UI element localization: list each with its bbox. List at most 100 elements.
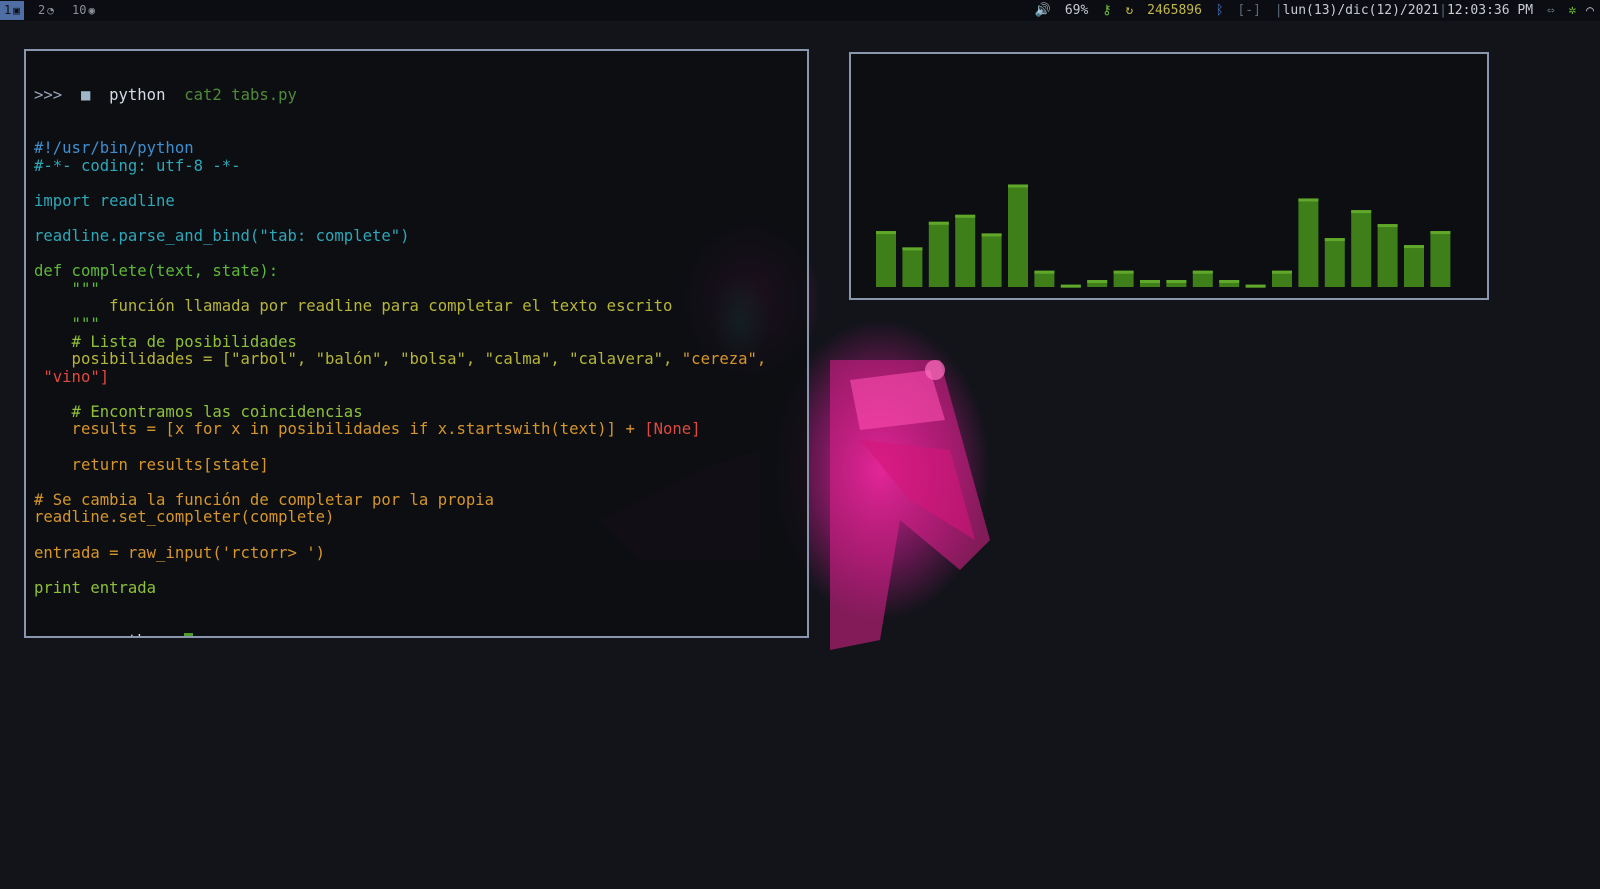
spectrum-bar-cap [1245,284,1266,288]
code-token: entrada = raw_input('rctorr> ') [34,543,326,562]
code-line: entrada = raw_input('rctorr> ') [34,543,766,563]
terminal-icon: ▣ [13,4,20,17]
terminal-output: >>> ■ python cat2 tabs.py #!/usr/bin/pyt… [34,52,767,636]
clock: 12:03:36 PM [1446,3,1534,18]
audio-visualizer-window[interactable] [849,52,1489,300]
spectrum-bar-cap [955,214,976,218]
refresh-icon[interactable]: ↻ [1126,3,1134,18]
code-line: función llamada por readline para comple… [34,298,766,316]
prompt-directory: python [109,86,166,105]
key-icon[interactable]: ⚷ [1102,3,1112,18]
workspace-2[interactable]: 2 ◔ [34,1,58,20]
bluetooth-state: [-] [1237,3,1261,18]
spectrum-bar [1008,184,1028,287]
spectrum-bar-cap [1192,270,1213,274]
spectrum-bar-cap [1377,224,1398,228]
compass-icon: ◉ [88,4,96,17]
update-count: 2465896 [1147,3,1202,18]
command-text: cat2 tabs.py [184,86,297,105]
code-listing: #!/usr/bin/python #-*- coding: utf-8 -*- i… [34,138,767,598]
code-line: # Lista de posibilidades [34,333,766,352]
spectrum-bar-cap [1166,280,1187,284]
spectrum-bars [876,184,1451,288]
code-line: #!/usr/bin/python [34,138,766,158]
code-token: return results[state] [34,455,269,474]
code-line: #-*- coding: utf-8 -*- [34,156,766,176]
spectrum-bar-cap [1351,210,1372,214]
code-line: import readline [34,191,766,211]
prompt-line-current[interactable]: >>> ■ python [34,632,766,636]
code-token: """ [34,279,100,298]
spectrum-bar [955,214,976,287]
spectrum-bar-cap [1272,270,1292,274]
network-icon[interactable]: ⇔ [1547,3,1555,18]
code-line: readline.set_completer(complete) [34,509,766,527]
prompt-symbol: >>> [34,632,62,636]
code-token: "cereza", [681,350,767,369]
separator: | [1439,3,1447,18]
prompt-directory: python [109,632,165,636]
spectrum-bar-cap [1430,231,1451,235]
code-token: def complete(text, state): [34,262,279,281]
code-line: """ [34,314,766,334]
spectrum-bar-cap [876,231,896,235]
code-token: [None] [644,420,701,439]
browser-icon: ◔ [47,4,54,17]
spectrum-bar-cap [1034,270,1055,274]
folder-icon: ■ [81,632,90,636]
spectrum-bar-cap [902,247,923,251]
code-line: return results[state] [34,455,766,475]
code-line: # Encontramos las coincidencias [34,402,766,422]
bluetooth-icon[interactable]: ᛒ [1216,3,1224,18]
workspace-1[interactable]: 1 ▣ [0,1,24,20]
spectrum-bar [1324,238,1345,287]
text-cursor [184,632,194,636]
spectrum-bar-cap [1008,184,1028,188]
code-line: print entrada [34,578,766,598]
code-token: "vino"] [34,367,110,386]
code-line: "vino"] [34,367,766,387]
folder-icon: ■ [80,86,91,105]
code-token: # Encontramos las coincidencias [34,402,363,421]
code-token: #!/usr/bin/python [34,138,194,157]
code-token: import readline [34,191,175,210]
code-line: # Se cambia la función de completar por … [34,490,766,510]
workspace-label: 10 [72,3,87,17]
spectrum-bar [902,247,923,287]
speaker-icon[interactable]: 🔊 [1035,3,1051,18]
spectrum-bar-cap [1113,270,1134,274]
spectrum-bar-cap [1324,238,1345,242]
spectrum-bar-cap [1219,280,1240,284]
spectrum-bar [1298,198,1319,287]
spectrum-bar [1377,224,1398,287]
date-display: lun(13)/dic(12)/2021 [1282,3,1440,18]
terminal-window[interactable]: >>> ■ python cat2 tabs.py #!/usr/bin/pyt… [24,49,809,638]
code-token: # Se cambia la función de completar por … [34,490,495,509]
code-token: readline.parse_and_bind("tab: complete") [34,226,410,245]
spectrum-bar [1404,245,1424,287]
code-token: #-*- coding: utf-8 -*- [34,156,241,175]
spectrum-bar [981,233,1002,287]
code-line: results = [x for x in posibilidades if x… [34,421,766,439]
code-token: print entrada [34,578,157,597]
spectrum-bar-cap [1087,280,1108,284]
wifi-icon[interactable]: ⌒ [1586,3,1594,18]
spectrum-bar-cap [1140,280,1160,284]
workspace-10[interactable]: 10 ◉ [68,1,99,20]
top-status-bar: 1 ▣ 2 ◔ 10 ◉ 🔊 69% ⚷ ↻ 2465896 ᛒ [-] |lun(13)… [0,0,1600,21]
spectrum-bar-cap [1298,198,1319,202]
prompt-line: >>> ■ python cat2 tabs.py [34,86,766,105]
code-token: readline.set_completer(complete) [34,508,335,527]
code-line: def complete(text, state): [34,262,766,281]
code-line: posibilidades = ["arbol", "balón", "bols… [34,350,767,369]
settings-icon[interactable]: ✲ [1569,3,1577,18]
code-token: """ [34,314,100,333]
status-area: 🔊 69% ⚷ ↻ 2465896 ᛒ [-] |lun(13)/dic(12)… [1029,0,1594,21]
